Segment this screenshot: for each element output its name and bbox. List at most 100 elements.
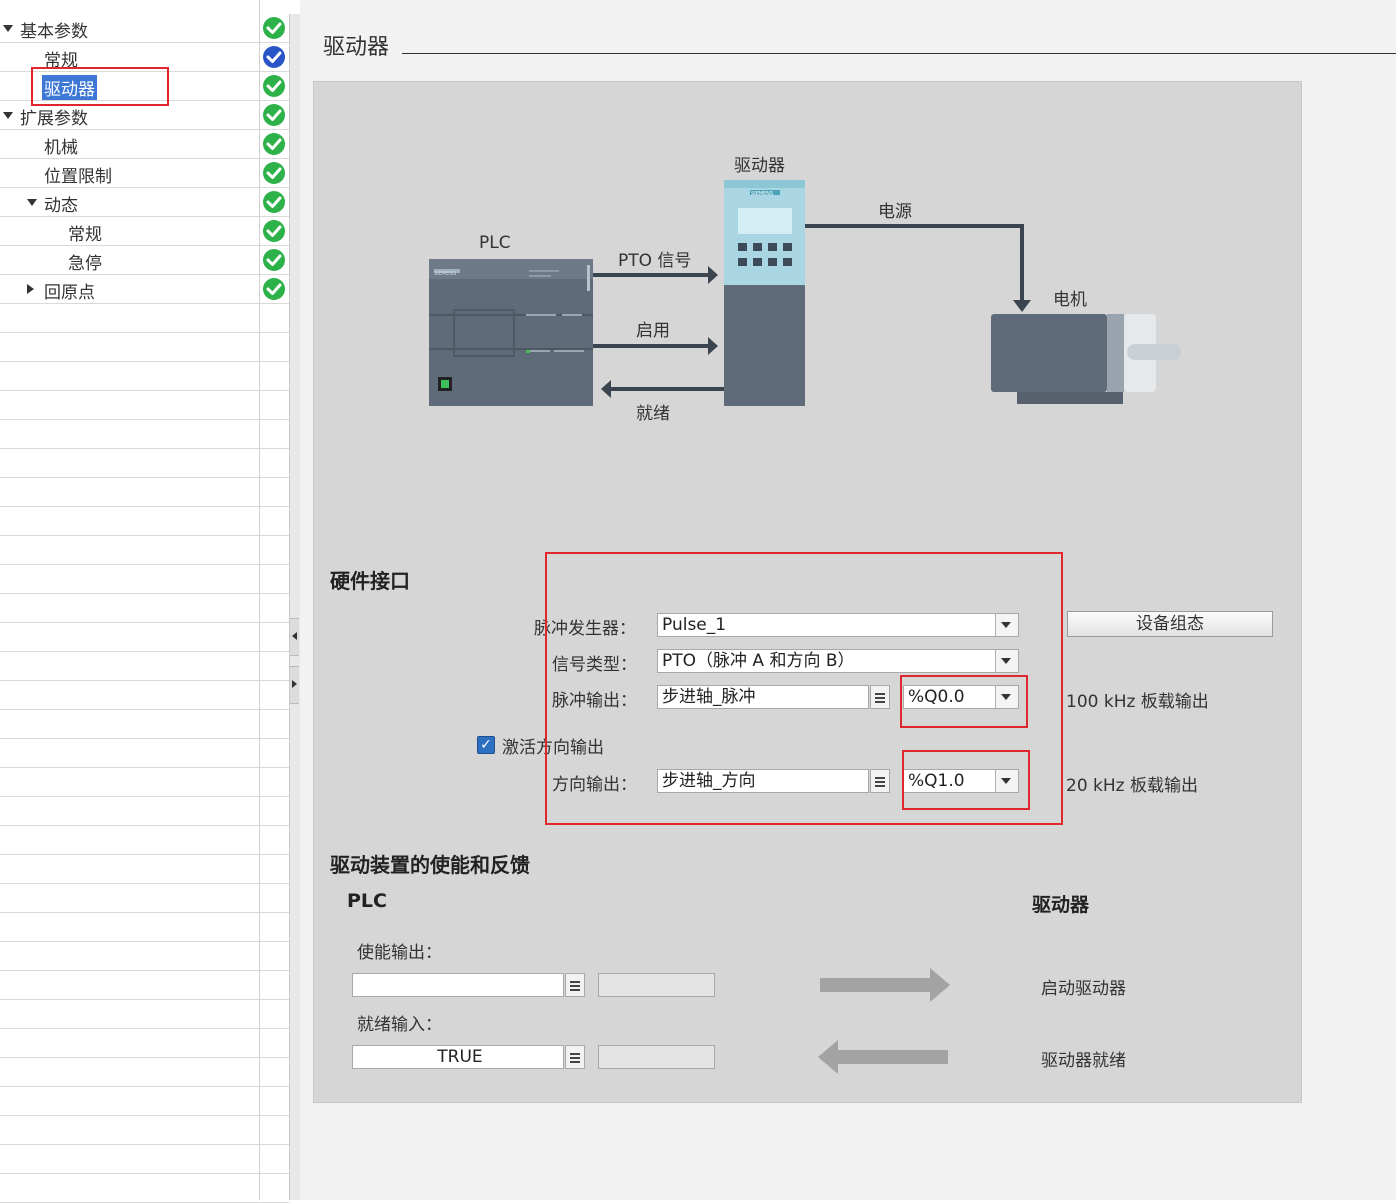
status-cell	[260, 1029, 289, 1058]
arrow-right-icon	[292, 680, 297, 688]
status-cell	[260, 710, 289, 739]
tree-empty-row	[0, 391, 259, 420]
tree-item-label: 常规	[68, 225, 102, 245]
tree-empty-row	[0, 913, 259, 942]
device-config-button[interactable]: 设备组态	[1067, 611, 1273, 637]
ok-check-icon	[263, 104, 285, 126]
status-cell	[260, 1145, 289, 1174]
tree-empty-row	[0, 681, 259, 710]
status-cell	[260, 333, 289, 362]
pulse-output-note: 100 kHz 板载输出	[1066, 692, 1209, 712]
tree-empty-row	[0, 594, 259, 623]
status-cell	[260, 130, 289, 159]
tree-empty-row	[0, 333, 259, 362]
tree-empty-row	[0, 623, 259, 652]
tree-empty-row	[0, 1174, 259, 1203]
tree-item[interactable]: 急停	[0, 246, 259, 275]
tree-empty-row	[0, 507, 259, 536]
collapse-left-button[interactable]	[290, 618, 299, 656]
tree-empty-row	[0, 768, 259, 797]
status-column	[259, 0, 289, 1203]
tree-item-label: 动态	[44, 196, 78, 216]
status-cell	[260, 1174, 289, 1203]
tree-item[interactable]: 机械	[0, 130, 259, 159]
motor-device	[991, 314, 1181, 404]
status-cell	[260, 826, 289, 855]
status-cell	[260, 1058, 289, 1087]
tree-empty-row	[0, 884, 259, 913]
tree-empty-row	[0, 710, 259, 739]
tree-empty-row	[0, 1145, 259, 1174]
tree-empty-row	[0, 536, 259, 565]
tree-empty-row	[0, 449, 259, 478]
status-cell	[260, 391, 289, 420]
enable-output-input[interactable]	[352, 973, 564, 997]
expand-down-icon[interactable]	[27, 199, 37, 206]
diagram-enable-label: 启用	[636, 321, 670, 341]
diagram-power-label: 电源	[878, 202, 912, 222]
status-cell	[260, 623, 289, 652]
ready-input-label: 就绪输入：	[357, 1015, 442, 1035]
diagram-brand-drive: SIEMENS	[751, 191, 773, 197]
ok-check-icon	[263, 249, 285, 271]
start-drive-label: 启动驱动器	[1041, 979, 1126, 999]
tree-highlight-box	[31, 67, 169, 106]
status-cell	[260, 536, 289, 565]
diagram-plc-label: PLC	[479, 233, 511, 253]
direction-output-note: 20 kHz 板载输出	[1066, 776, 1198, 796]
tree-item-label: 扩展参数	[20, 109, 88, 129]
status-cell	[260, 565, 289, 594]
tree-empty-row	[0, 304, 259, 333]
status-cell	[260, 855, 289, 884]
status-cell	[260, 420, 289, 449]
status-cell	[260, 681, 289, 710]
tree-empty-row	[0, 1116, 259, 1145]
drive-ready-label: 驱动器就绪	[1041, 1051, 1126, 1071]
tree-item-label: 机械	[44, 138, 78, 158]
tree-empty-row	[0, 1087, 259, 1116]
tree-item-label: 位置限制	[44, 167, 112, 187]
tree-empty-row	[0, 855, 259, 884]
ok-check-icon	[263, 278, 285, 300]
drive-header: 驱动器	[1032, 894, 1090, 916]
tree-item-label: 基本参数	[20, 22, 88, 42]
status-cell	[260, 101, 289, 130]
tree-empty-row	[0, 1000, 259, 1029]
main-panel: 驱动器 SIEMENS SIEMENS PLC 驱动器 电源 电机 PTO 信号…	[300, 0, 1396, 1200]
ok-check-icon	[263, 191, 285, 213]
expand-down-icon[interactable]	[3, 25, 13, 32]
tree-item[interactable]: 回原点	[0, 275, 259, 304]
tree-empty-row	[0, 565, 259, 594]
status-cell	[260, 797, 289, 826]
ok-check-icon	[263, 220, 285, 242]
enable-feedback-title: 驱动装置的使能和反馈	[330, 853, 530, 877]
expand-down-icon[interactable]	[3, 112, 13, 119]
status-cell	[260, 1087, 289, 1116]
tree-empty-row	[0, 942, 259, 971]
status-cell	[260, 43, 289, 72]
tag-list-icon[interactable]	[565, 1045, 585, 1069]
activate-direction-checkbox[interactable]: ✓	[477, 736, 495, 754]
tree-empty-row	[0, 826, 259, 855]
expand-right-button[interactable]	[290, 666, 299, 704]
tree-item-label: 回原点	[44, 283, 95, 303]
tree-item[interactable]: 基本参数	[0, 14, 259, 43]
drive-device	[724, 180, 805, 406]
tree-item[interactable]: 常规	[0, 217, 259, 246]
status-cell	[260, 942, 289, 971]
status-cell	[260, 246, 289, 275]
tree-empty-row	[0, 739, 259, 768]
diagram-pto-label: PTO 信号	[618, 251, 692, 271]
tree-empty-row	[0, 1029, 259, 1058]
ready-input-input[interactable]: TRUE	[352, 1045, 564, 1069]
direction-address-highlight	[902, 750, 1030, 810]
ok-check-icon	[263, 162, 285, 184]
ok-check-icon	[263, 133, 285, 155]
expand-right-icon[interactable]	[27, 284, 34, 294]
tag-list-icon[interactable]	[565, 973, 585, 997]
hardware-interface-title: 硬件接口	[330, 569, 410, 593]
pulse-address-highlight	[900, 675, 1028, 728]
diagram-motor-label: 电机	[1053, 290, 1087, 310]
tree-item[interactable]: 位置限制	[0, 159, 259, 188]
tree-item[interactable]: 动态	[0, 188, 259, 217]
